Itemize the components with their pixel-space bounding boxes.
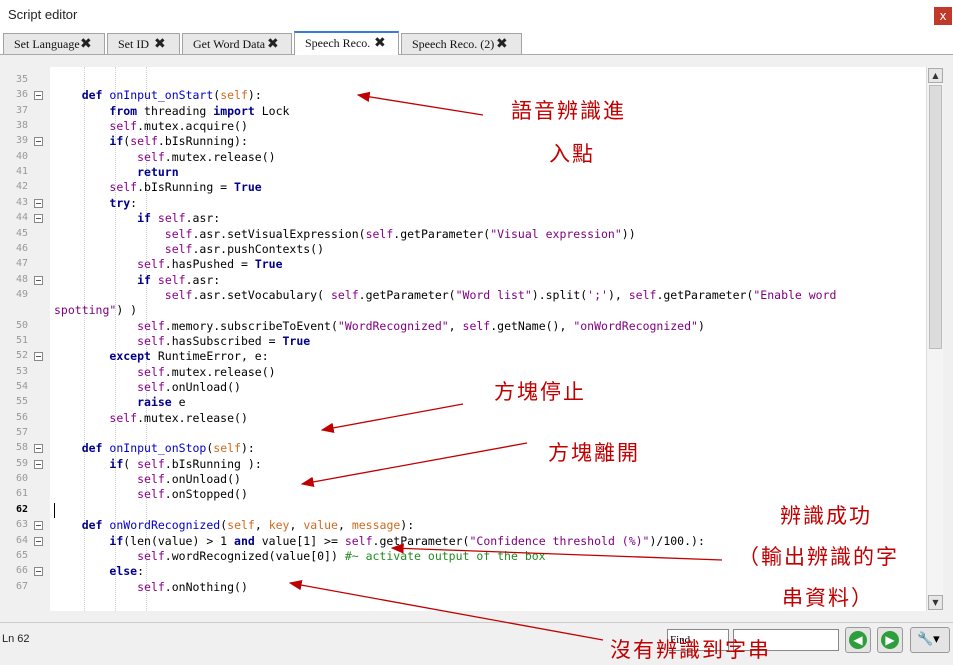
- annotation-box-exit: 方塊離開: [548, 441, 640, 465]
- annotation-entry-point-line1: 語音辨識進: [511, 99, 626, 123]
- arrow-box-exit: [300, 442, 528, 488]
- annotation-recognized-line2: （輸出辨識的字: [738, 545, 899, 569]
- arrow-nothing: [288, 579, 604, 641]
- arrow-recognized: [390, 543, 723, 561]
- arrow-entry-point: [356, 91, 484, 116]
- arrow-box-stop: [320, 403, 464, 433]
- annotation-box-stop: 方塊停止: [494, 380, 586, 404]
- annotation-nothing-recognized: 沒有辨識到字串: [610, 638, 771, 662]
- annotation-entry-point-line2: 入點: [549, 142, 595, 166]
- annotation-recognized-line3: 串資料）: [782, 586, 874, 610]
- annotation-recognized-line1: 辨識成功: [780, 504, 872, 528]
